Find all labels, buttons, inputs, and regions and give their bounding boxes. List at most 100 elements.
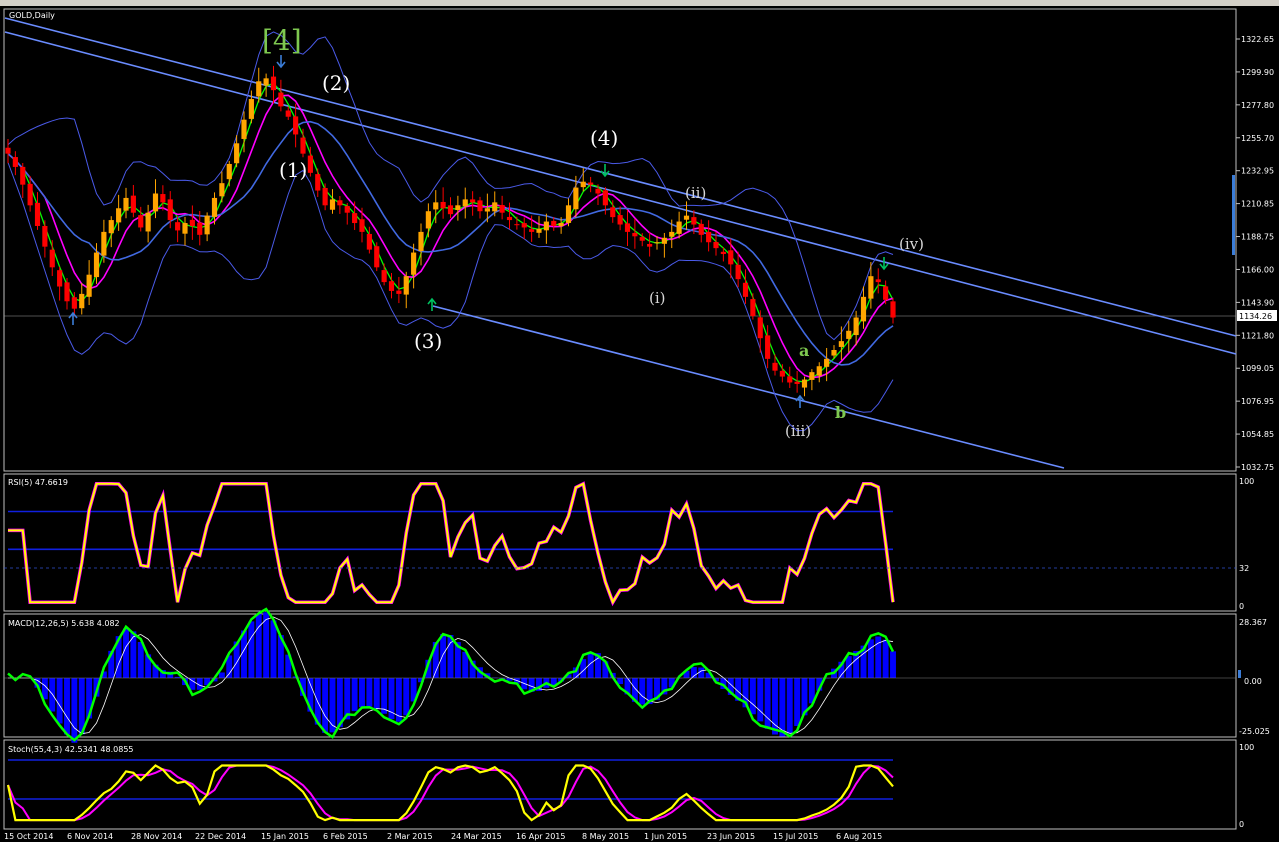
- candle-body: [344, 206, 350, 213]
- candle-body: [484, 208, 490, 212]
- candle-body: [499, 205, 505, 213]
- candle-body: [853, 317, 859, 336]
- candle-body: [256, 81, 262, 97]
- candle-body: [108, 220, 114, 234]
- candle-body: [750, 299, 756, 317]
- date-axis: 15 Oct 2014 6 Nov 2014 28 Nov 2014 22 Dec 2…: [4, 832, 882, 841]
- wave-label-1: (1): [279, 158, 307, 182]
- price-tick-label: 1099.05: [1241, 364, 1274, 373]
- svg-text:0: 0: [1239, 820, 1244, 829]
- candle-body: [219, 183, 225, 197]
- candle-body: [411, 252, 417, 275]
- candle-body: [366, 233, 372, 250]
- candle-body: [293, 116, 299, 135]
- candle-body: [42, 225, 48, 247]
- candle-body: [772, 362, 778, 371]
- date-label: 15 Jul 2015: [773, 832, 818, 841]
- svg-text:32: 32: [1239, 564, 1249, 573]
- window-title: GOLD,Daily: [9, 11, 55, 20]
- candle-body: [101, 231, 107, 256]
- date-label: 8 May 2015: [582, 832, 629, 841]
- candle-body: [551, 220, 557, 226]
- wave-label-ii: (ii): [685, 184, 706, 202]
- candle-body: [388, 281, 395, 291]
- rsi-title: RSI(5) 47.6619: [8, 478, 68, 487]
- candle-body: [610, 207, 616, 218]
- candle-body: [248, 99, 254, 119]
- candle-body: [779, 370, 785, 377]
- candle-body: [145, 212, 151, 232]
- candle-body: [86, 274, 92, 297]
- wave-label-iv: (iv): [899, 235, 924, 253]
- candle-body: [263, 78, 269, 86]
- current-price-label: 1134.26: [1239, 312, 1272, 321]
- candle-body: [492, 202, 498, 212]
- candle-body: [234, 143, 240, 164]
- candle-body: [447, 205, 454, 215]
- wave-label-i: (i): [649, 289, 666, 307]
- candle-body: [57, 270, 63, 287]
- candle-body: [647, 243, 653, 247]
- candle-body: [130, 195, 136, 213]
- candle-body: [521, 223, 527, 228]
- candle-body: [654, 242, 660, 244]
- macd-title: MACD(12,26,5) 5.638 4.082: [8, 619, 120, 628]
- candle-body: [403, 276, 409, 295]
- candle-body: [433, 202, 439, 210]
- price-tick-label: 1210.85: [1241, 200, 1274, 209]
- price-tick-label: 1322.65: [1241, 35, 1274, 44]
- candle-body: [875, 279, 881, 283]
- candle-body: [440, 201, 446, 209]
- price-tick-label: 1076.95: [1241, 397, 1274, 406]
- price-tick-label: 1054.85: [1241, 430, 1274, 439]
- price-tick-label: 1032.75: [1241, 463, 1274, 472]
- candle-body: [71, 297, 77, 309]
- candle-body: [890, 301, 896, 318]
- date-label: 6 Feb 2015: [323, 832, 368, 841]
- chart-canvas: GOLD,Daily RSI(5) 47.6619 MACD(12,26,5) …: [3, 8, 1277, 841]
- price-panel-frame: [3, 8, 1237, 472]
- candle-body: [352, 213, 358, 224]
- svg-text:0.00: 0.00: [1244, 677, 1262, 686]
- candle-body: [580, 181, 586, 188]
- candle-body: [204, 215, 210, 235]
- candle-body: [138, 215, 144, 228]
- candle-body: [477, 200, 483, 212]
- candle-body: [337, 200, 343, 206]
- candle-body: [624, 223, 631, 232]
- wave-label-4: (4): [590, 126, 618, 150]
- svg-text:0: 0: [1239, 602, 1244, 611]
- candle-body: [617, 215, 623, 225]
- svg-text:100: 100: [1239, 743, 1254, 752]
- candle-body: [359, 219, 365, 232]
- date-label: 23 Jun 2015: [707, 832, 755, 841]
- date-label: 2 Mar 2015: [387, 832, 433, 841]
- candle-body: [706, 231, 712, 243]
- candle-body: [588, 182, 594, 185]
- right-edge-marker: [1232, 175, 1235, 255]
- candle-body: [175, 222, 181, 231]
- candle-body: [197, 222, 203, 235]
- candle-body: [27, 183, 33, 206]
- candle-body: [794, 381, 800, 384]
- candle-body: [565, 205, 572, 223]
- candle-body: [418, 231, 424, 251]
- wave-label-3: (3): [414, 329, 442, 353]
- candle-body: [838, 341, 844, 347]
- candle-body: [543, 221, 549, 231]
- candle-body: [602, 190, 608, 206]
- candle-body: [5, 147, 11, 154]
- candle-body: [514, 224, 520, 226]
- candle-body: [816, 366, 822, 376]
- candle-body: [683, 215, 690, 220]
- price-tick-label: 1143.90: [1241, 298, 1274, 307]
- stoch-title: Stoch(55,4,3) 42.5341 48.0855: [8, 745, 134, 754]
- candle-body: [374, 246, 380, 268]
- candle-body: [639, 237, 645, 241]
- date-label: 16 Apr 2015: [516, 832, 565, 841]
- candle-body: [809, 372, 815, 380]
- candle-body: [860, 296, 867, 322]
- macd-panel-frame: [3, 613, 1237, 738]
- candle-body: [189, 219, 195, 226]
- candle-body: [801, 379, 808, 388]
